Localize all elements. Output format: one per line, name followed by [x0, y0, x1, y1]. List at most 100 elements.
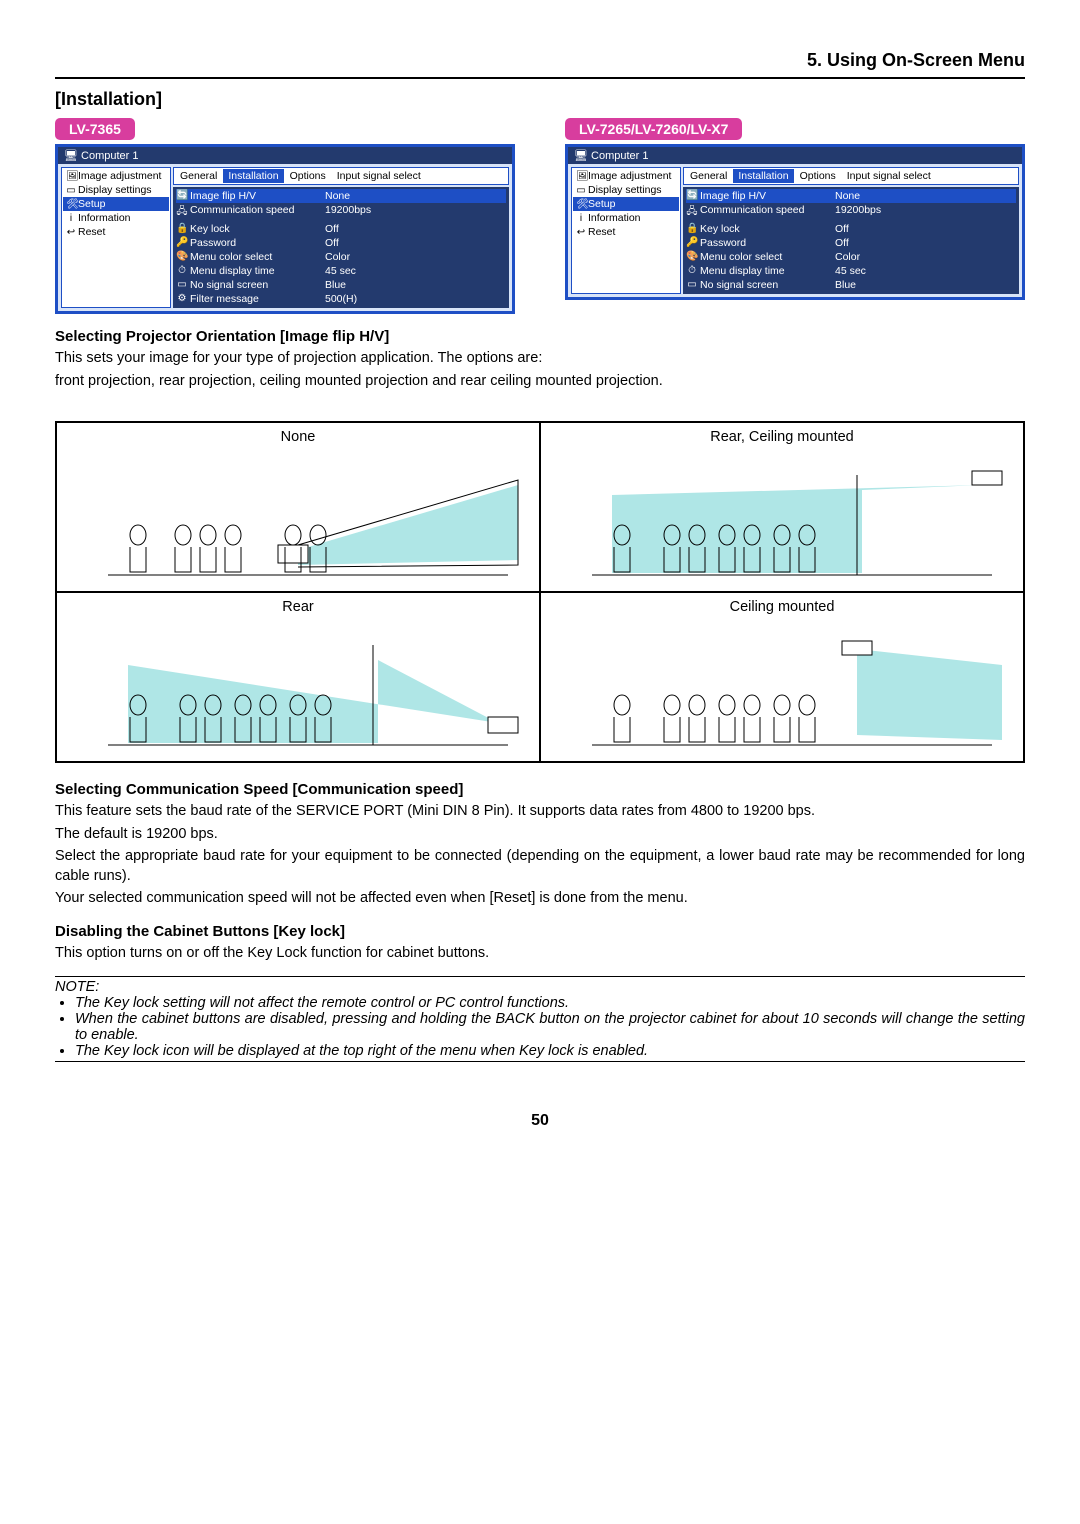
sidebar-item[interactable]: 🖼Image adjustment — [573, 169, 679, 183]
menu-window-right: Computer 1 🖼Image adjustment▭Display set… — [565, 144, 1025, 300]
setting-row[interactable]: 🔄Image flip H/VNone — [176, 189, 506, 203]
orient-label: Ceiling mounted — [551, 599, 1013, 615]
section-title: [Installation] — [55, 89, 1025, 110]
menu-tab[interactable]: Installation — [733, 169, 793, 183]
orientation-grid: None Rear, Ceiling mounted — [55, 421, 1025, 763]
paragraph: front projection, rear projection, ceili… — [55, 372, 1025, 392]
flip-icon: 🔄 — [686, 190, 698, 202]
sidebar-item[interactable]: 🛠Setup — [573, 197, 679, 211]
reset-icon: ↩ — [576, 227, 586, 238]
note-item: When the cabinet buttons are disabled, p… — [75, 1011, 1025, 1043]
paragraph: Select the appropriate baud rate for you… — [55, 847, 1025, 886]
reset-icon: ↩ — [66, 227, 76, 238]
sidebar-item-label: Image adjustment — [588, 170, 671, 182]
sidebar-item[interactable]: iInformation — [573, 211, 679, 225]
paragraph: This sets your image for your type of pr… — [55, 349, 1025, 369]
sidebar-item[interactable]: ↩Reset — [573, 225, 679, 239]
setting-value: None — [835, 190, 1016, 202]
setting-row[interactable]: 🎨Menu color selectColor — [176, 250, 506, 264]
setting-value: 45 sec — [325, 265, 506, 277]
note-title: NOTE: — [55, 979, 1025, 995]
orient-label: Rear — [67, 599, 529, 615]
setting-value: Blue — [325, 279, 506, 291]
color-icon: 🎨 — [176, 251, 188, 263]
menu-tab[interactable]: Input signal select — [842, 169, 936, 183]
setting-row[interactable]: 🔒Key lockOff — [176, 222, 506, 236]
sidebar-item-label: Reset — [78, 226, 105, 238]
flip-icon: 🔄 — [176, 190, 188, 202]
settings-panel: 🔄Image flip H/VNone🖧Communication speed1… — [683, 187, 1019, 294]
setting-row[interactable]: 🔑PasswordOff — [176, 236, 506, 250]
note-list: The Key lock setting will not affect the… — [55, 995, 1025, 1059]
sidebar-item-label: Image adjustment — [78, 170, 161, 182]
screen-icon: ▭ — [686, 279, 698, 291]
model-row: LV-7365 Computer 1 🖼Image adjustment▭Dis… — [55, 118, 1025, 314]
setting-label: Menu display time — [190, 265, 325, 277]
sidebar-item[interactable]: 🛠Setup — [63, 197, 169, 211]
note-item: The Key lock setting will not affect the… — [75, 995, 1025, 1011]
sidebar-item-label: Information — [588, 212, 641, 224]
paragraph: This feature sets the baud rate of the S… — [55, 802, 1025, 822]
subheading-orientation: Selecting Projector Orientation [Image f… — [55, 328, 1025, 345]
menu-tab[interactable]: Options — [285, 169, 331, 183]
menu-tab[interactable]: Input signal select — [332, 169, 426, 183]
page-number: 50 — [55, 1112, 1025, 1130]
info-icon: i — [576, 213, 586, 224]
setting-row[interactable]: ▭No signal screenBlue — [176, 278, 506, 292]
orient-illus-rear — [67, 621, 529, 755]
setting-label: Key lock — [700, 223, 835, 235]
menu-sidebar: 🖼Image adjustment▭Display settings🛠Setup… — [61, 167, 171, 308]
comm-icon: 🖧 — [176, 204, 188, 221]
setting-row[interactable]: 🔒Key lockOff — [686, 222, 1016, 236]
setting-row[interactable]: 🔄Image flip H/VNone — [686, 189, 1016, 203]
sidebar-item-label: Reset — [588, 226, 615, 238]
paragraph: Your selected communication speed will n… — [55, 889, 1025, 909]
sidebar-item[interactable]: ▭Display settings — [573, 183, 679, 197]
setting-value: Color — [835, 251, 1016, 263]
subheading-keylock: Disabling the Cabinet Buttons [Key lock] — [55, 923, 1025, 940]
setting-row[interactable]: 🖧Communication speed19200bps — [176, 203, 506, 222]
setting-row[interactable]: 🔑PasswordOff — [686, 236, 1016, 250]
menu-tab[interactable]: General — [175, 169, 222, 183]
setting-label: Filter message — [190, 293, 325, 305]
setting-value: Off — [835, 237, 1016, 249]
orient-ceiling: Ceiling mounted — [540, 592, 1024, 762]
password-icon: 🔑 — [686, 237, 698, 249]
orient-label: Rear, Ceiling mounted — [551, 429, 1013, 445]
screen-icon: ▭ — [176, 279, 188, 291]
paragraph: The default is 19200 bps. — [55, 825, 1025, 845]
sidebar-item-label: Information — [78, 212, 131, 224]
sidebar-item[interactable]: 🖼Image adjustment — [63, 169, 169, 183]
setting-label: No signal screen — [190, 279, 325, 291]
setting-row[interactable]: ▭No signal screenBlue — [686, 278, 1016, 292]
sidebar-item-label: Display settings — [78, 184, 152, 196]
setting-label: Menu color select — [190, 251, 325, 263]
settings-panel: 🔄Image flip H/VNone🖧Communication speed1… — [173, 187, 509, 308]
note-block: NOTE: The Key lock setting will not affe… — [55, 976, 1025, 1062]
setting-label: Image flip H/V — [700, 190, 835, 202]
password-icon: 🔑 — [176, 237, 188, 249]
sidebar-item[interactable]: ▭Display settings — [63, 183, 169, 197]
setting-value: Off — [835, 223, 1016, 235]
sidebar-item[interactable]: ↩Reset — [63, 225, 169, 239]
setting-row[interactable]: 🖧Communication speed19200bps — [686, 203, 1016, 222]
menu-tab[interactable]: Installation — [223, 169, 283, 183]
model-pill-right: LV-7265/LV-7260/LV-X7 — [565, 118, 742, 140]
setting-label: Password — [190, 237, 325, 249]
setting-value: None — [325, 190, 506, 202]
display-icon: ▭ — [66, 185, 76, 196]
display-icon: ▭ — [576, 185, 586, 196]
orient-label: None — [67, 429, 529, 445]
menu-tab[interactable]: Options — [795, 169, 841, 183]
setting-row[interactable]: ⚙Filter message500(H) — [176, 292, 506, 306]
setting-label: Image flip H/V — [190, 190, 325, 202]
menu-tab[interactable]: General — [685, 169, 732, 183]
setting-value: 500(H) — [325, 293, 506, 305]
color-icon: 🎨 — [686, 251, 698, 263]
setting-row[interactable]: ⏱Menu display time45 sec — [686, 264, 1016, 278]
sidebar-item[interactable]: iInformation — [63, 211, 169, 225]
setting-row[interactable]: ⏱Menu display time45 sec — [176, 264, 506, 278]
setting-row[interactable]: 🎨Menu color selectColor — [686, 250, 1016, 264]
model-pill-left: LV-7365 — [55, 118, 135, 140]
info-icon: i — [66, 213, 76, 224]
